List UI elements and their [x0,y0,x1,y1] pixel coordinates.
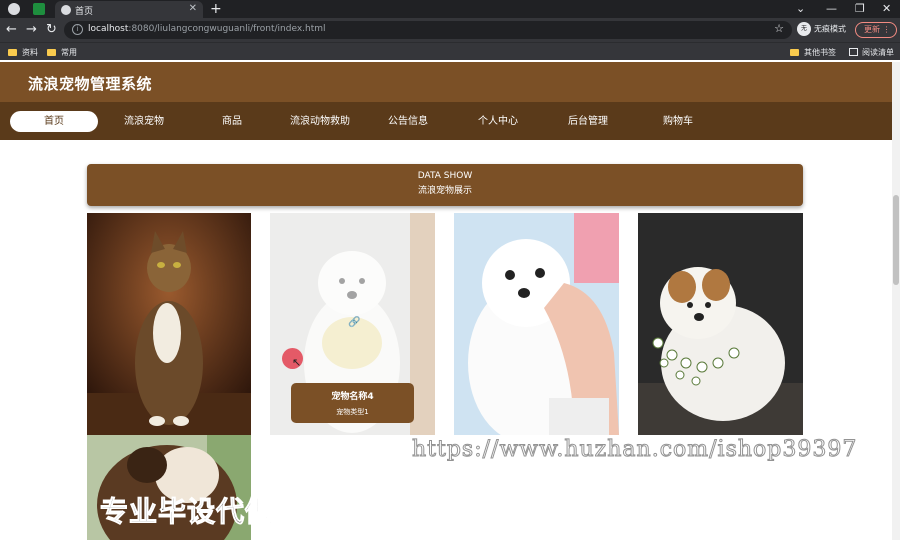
forward-icon[interactable]: → [26,22,37,38]
pet-card[interactable] [87,213,251,435]
close-tab-icon[interactable]: ✕ [189,3,197,14]
reload-icon[interactable]: ↻ [46,22,57,38]
url-text: localhost:8080/liulangcongwuguanli/front… [88,24,326,34]
reading-list-icon [849,48,858,56]
bookmark-label: 资料 [22,48,38,57]
section-title-box: DATA SHOW 流浪宠物展示 [87,164,803,206]
globe-icon[interactable] [8,3,20,15]
active-browser-tab[interactable]: 首页 ✕ [55,1,203,18]
watermark-url: https://www.huzhan.com/ishop39397 [411,437,858,463]
folder-icon [8,49,17,56]
url-path: :8080/liulangcongwuguanli/front/index.ht… [128,24,326,34]
bookmark-folder-changyong[interactable]: 常用 [47,47,77,58]
nav-rescue[interactable]: 流浪动物救助 [280,111,360,132]
nav-admin[interactable]: 后台管理 [558,111,618,132]
reading-list[interactable]: 阅读清单 [849,47,894,58]
nav-products[interactable]: 商品 [204,111,260,132]
cat-image [87,213,251,435]
bookmark-label: 阅读清单 [862,48,894,57]
tab-title: 首页 [75,7,94,17]
link-icon[interactable]: 🔗 [348,317,360,328]
bookmark-folder-ziliao[interactable]: 资料 [8,47,38,58]
nav-home[interactable]: 首页 [10,111,98,132]
bookmark-label: 其他书签 [804,48,836,57]
incognito-indicator[interactable]: 无无痕模式 [797,22,846,36]
pet-type: 宠物类型1 [336,408,369,416]
dog-flowers-image [638,213,803,435]
update-label: 更新 [864,25,880,34]
sheet-tab-icon[interactable] [33,3,45,15]
section-title-cn: 流浪宠物展示 [417,186,472,196]
page-scrollbar[interactable] [892,62,900,540]
site-title: 流浪宠物管理系统 [28,75,153,93]
incognito-label: 无痕模式 [814,24,846,34]
scrollbar-thumb[interactable] [893,195,899,285]
pet-card-hovered[interactable]: 🔗 宠物名称4 宠物类型1 [270,213,435,435]
close-window-icon[interactable]: ✕ [882,0,891,18]
pet-info-box[interactable]: 宠物名称4 宠物类型1 [291,383,414,423]
new-tab-icon[interactable]: + [210,0,222,18]
other-bookmarks[interactable]: 其他书签 [790,47,836,58]
pet-name: 宠物名称4 [331,392,374,402]
mouse-cursor-icon: ↖ [292,356,302,369]
site-header: 流浪宠物管理系统 [0,62,892,102]
incognito-avatar: 无 [797,22,811,36]
url-host: localhost [88,24,129,34]
restore-icon[interactable]: ❐ [855,0,865,18]
nav-user-center[interactable]: 个人中心 [468,111,528,132]
puppy-image [454,213,619,435]
bookmark-label: 常用 [61,48,77,57]
nav-cart[interactable]: 购物车 [652,111,704,132]
globe-icon [61,5,71,15]
section-title-en: DATA SHOW [417,171,473,181]
pet-card[interactable] [638,213,803,435]
chevron-down-icon[interactable]: ⌄ [796,0,805,18]
back-icon[interactable]: ← [6,22,17,38]
update-button[interactable]: 更新 ⋮ [855,22,897,38]
main-nav: 首页 流浪宠物 商品 流浪动物救助 公告信息 个人中心 后台管理 购物车 [0,102,892,140]
minimize-icon[interactable]: — [826,0,837,18]
browser-tab-strip: 首页 ✕ + ⌄ — ❐ ✕ [0,0,900,18]
caption-text: 专业毕设代做 [99,495,275,529]
nav-stray-pets[interactable]: 流浪宠物 [112,111,176,132]
url-field[interactable]: i localhost:8080/liulangcongwuguanli/fro… [64,21,792,39]
star-icon[interactable]: ☆ [774,22,784,35]
bookmarks-bar: 资料 常用 其他书签 阅读清单 [0,42,900,60]
pet-card[interactable] [454,213,619,435]
folder-icon [790,49,799,56]
nav-notices[interactable]: 公告信息 [378,111,438,132]
folder-icon [47,49,56,56]
address-toolbar: ← → ↻ i localhost:8080/liulangcongwuguan… [0,18,900,42]
info-icon[interactable]: i [72,24,83,35]
